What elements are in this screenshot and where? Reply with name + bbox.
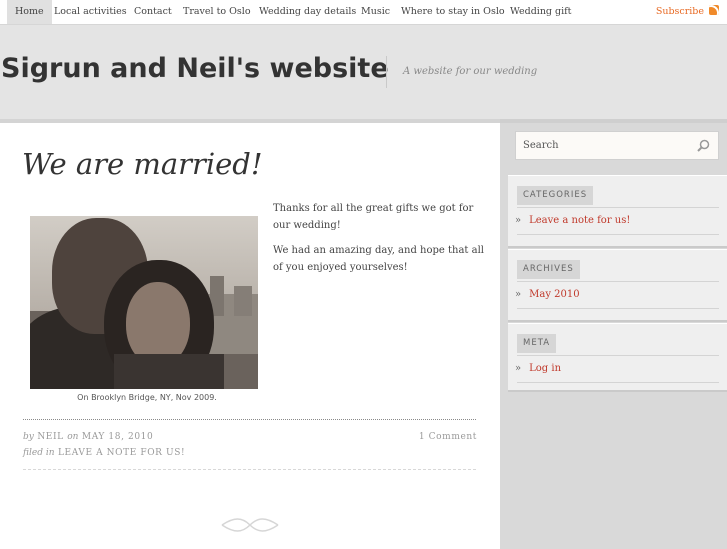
nav-local-activities[interactable]: Local activities (54, 0, 127, 24)
bullet-icon: » (515, 215, 522, 226)
bullet-icon: » (515, 363, 522, 374)
widget-rule (517, 207, 719, 208)
nav-home[interactable]: Home (7, 0, 52, 24)
site-title[interactable]: Sigrun and Neil's website (1, 53, 389, 84)
bullet-icon: » (515, 289, 522, 300)
search-icon[interactable] (697, 139, 710, 152)
post-paragraph-1: Thanks for all the great gifts we got fo… (273, 203, 474, 231)
login-link[interactable]: » Log in (515, 363, 561, 374)
nav-where-to-stay[interactable]: Where to stay in Oslo (401, 0, 505, 24)
widget-rule (517, 355, 719, 356)
login-link-label: Log in (529, 363, 562, 374)
post-title[interactable]: We are married! (22, 147, 263, 181)
post-separator (23, 419, 476, 420)
nav-wedding-day-details[interactable]: Wedding day details (259, 0, 356, 24)
categories-link[interactable]: » Leave a note for us! (515, 215, 630, 226)
widget-rule-bottom (517, 308, 719, 309)
post-author-link[interactable]: Neil (37, 432, 63, 442)
nav-travel-to-oslo[interactable]: Travel to Oslo (183, 0, 251, 24)
nav-contact[interactable]: Contact (134, 0, 172, 24)
post-paragraph-2: We had an amazing day, and hope that all… (273, 245, 484, 273)
widget-rule-bottom (517, 234, 719, 235)
archives-link[interactable]: » May 2010 (515, 289, 580, 300)
widget-rule (517, 281, 719, 282)
widget-title-categories: CATEGORIES (517, 186, 594, 205)
site-tagline: A website for our wedding (403, 66, 538, 77)
post-byline: by Neil on May 18, 2010 (23, 432, 153, 442)
post-date: May 18, 2010 (81, 432, 154, 442)
comments-link[interactable]: 1 Comment (419, 432, 477, 442)
widget-meta: META » Log in (508, 323, 727, 392)
byline-by: by (23, 432, 34, 442)
widget-rule-bottom (517, 382, 719, 383)
search-box[interactable]: Search (515, 131, 719, 160)
top-navigation: Home Local activities Contact Travel to … (0, 0, 727, 25)
search-placeholder: Search (523, 140, 559, 151)
header-divider (386, 56, 387, 88)
widget-title-archives: ARCHIVES (517, 260, 580, 279)
widget-archives: ARCHIVES » May 2010 (508, 249, 727, 322)
widget-categories: CATEGORIES » Leave a note for us! (508, 175, 727, 248)
rss-icon (709, 5, 719, 15)
nav-wedding-gift[interactable]: Wedding gift (510, 0, 572, 24)
post-bottom-separator (23, 469, 476, 470)
archives-link-label: May 2010 (529, 289, 580, 300)
flourish-ornament-icon (221, 518, 279, 532)
post-category-link[interactable]: Leave a note for us! (58, 448, 185, 458)
categories-link-label: Leave a note for us! (529, 215, 631, 226)
filed-in-label: filed in (23, 448, 55, 458)
post-photo (30, 216, 258, 389)
nav-music[interactable]: Music (361, 0, 390, 24)
photo-caption: On Brooklyn Bridge, NY, Nov 2009. (77, 393, 217, 402)
byline-on: on (67, 432, 79, 442)
subscribe-label: Subscribe (655, 6, 704, 17)
main-content: We are married! On Brooklyn Bridge, NY, … (0, 119, 500, 549)
post-filed-in: filed in Leave a note for us! (23, 448, 185, 458)
widget-title-meta: META (517, 334, 557, 353)
subscribe-link[interactable]: Subscribe (656, 0, 719, 24)
